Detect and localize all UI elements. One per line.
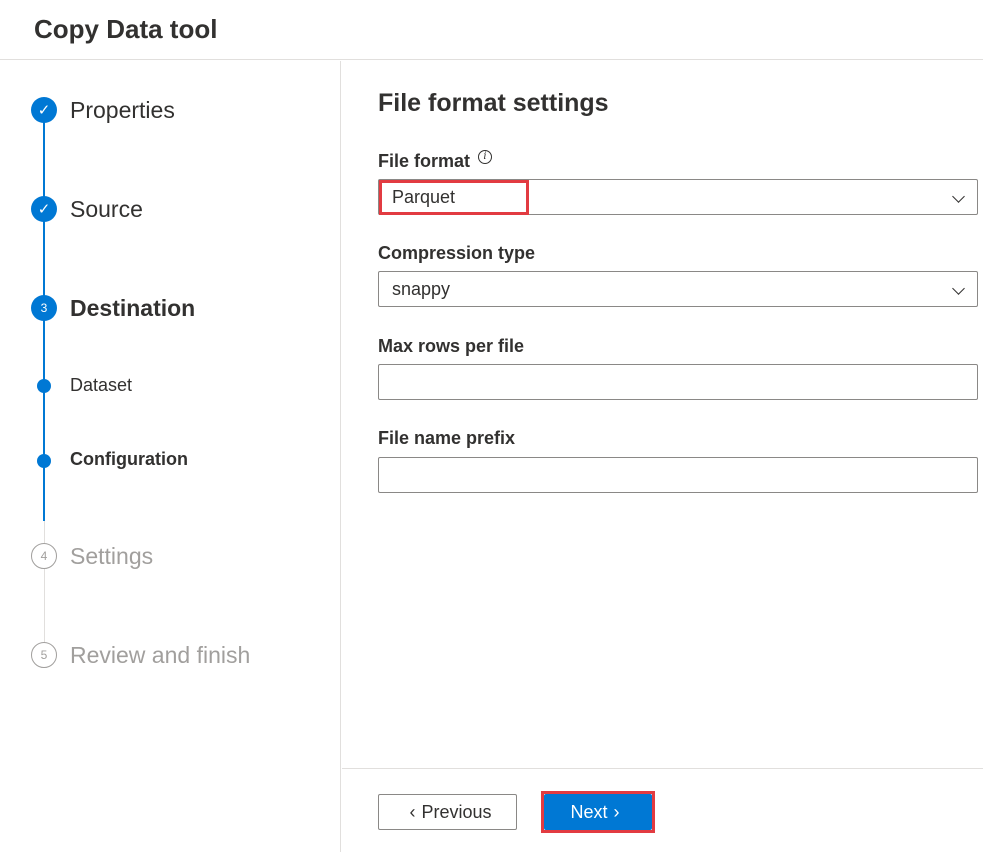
step-number-badge: 4 [31, 543, 57, 569]
info-icon[interactable]: i [478, 149, 493, 164]
checkmark-icon: ✓ [31, 196, 57, 222]
substep-configuration[interactable]: Configuration [70, 449, 188, 470]
file-name-prefix-input[interactable] [378, 457, 978, 493]
chevron-down-icon [952, 282, 965, 295]
step-number-badge: 3 [31, 295, 57, 321]
previous-button-label: Previous [421, 801, 492, 822]
next-button[interactable]: Next › [544, 794, 652, 830]
header: Copy Data tool [0, 0, 983, 60]
compression-type-label: Compression type [378, 243, 536, 263]
app-title: Copy Data tool [34, 14, 218, 44]
section-title: File format settings [378, 89, 609, 117]
step-label: Source [70, 196, 143, 222]
chevron-right-icon: › [613, 801, 620, 822]
stepper-pending-line [44, 521, 45, 659]
max-rows-input[interactable] [378, 364, 978, 400]
next-button-label: Next [570, 801, 608, 822]
wizard-stepper: ✓ Properties ✓ Source 3 Destination Data… [0, 61, 341, 852]
max-rows-label: Max rows per file [378, 336, 525, 356]
substep-dot-icon [37, 379, 51, 393]
substep-dataset[interactable]: Dataset [70, 375, 132, 396]
file-format-value: Parquet [392, 187, 456, 207]
step-label: Destination [70, 295, 196, 321]
chevron-left-icon: ‹ [409, 801, 416, 822]
chevron-down-icon [952, 190, 965, 203]
file-format-label: File format i [378, 149, 493, 172]
step-label: Review and finish [70, 642, 251, 668]
step-label: Settings [70, 543, 154, 569]
file-format-label-text: File format [378, 151, 471, 171]
file-name-prefix-label: File name prefix [378, 428, 516, 448]
compression-type-value: snappy [392, 279, 451, 299]
compression-type-dropdown[interactable]: snappy [378, 271, 978, 307]
step-number-badge: 5 [31, 642, 57, 668]
file-format-dropdown[interactable]: Parquet [378, 179, 978, 215]
previous-button[interactable]: ‹ Previous [378, 794, 517, 830]
main-panel: File format settings File format i Parqu… [342, 61, 983, 769]
copy-data-tool-window: Copy Data tool ✓ Properties ✓ Source 3 D… [0, 0, 983, 852]
checkmark-icon: ✓ [31, 97, 57, 123]
step-label: Properties [70, 97, 175, 123]
substep-dot-icon [37, 454, 51, 468]
footer: ‹ Previous Next › [342, 768, 983, 852]
